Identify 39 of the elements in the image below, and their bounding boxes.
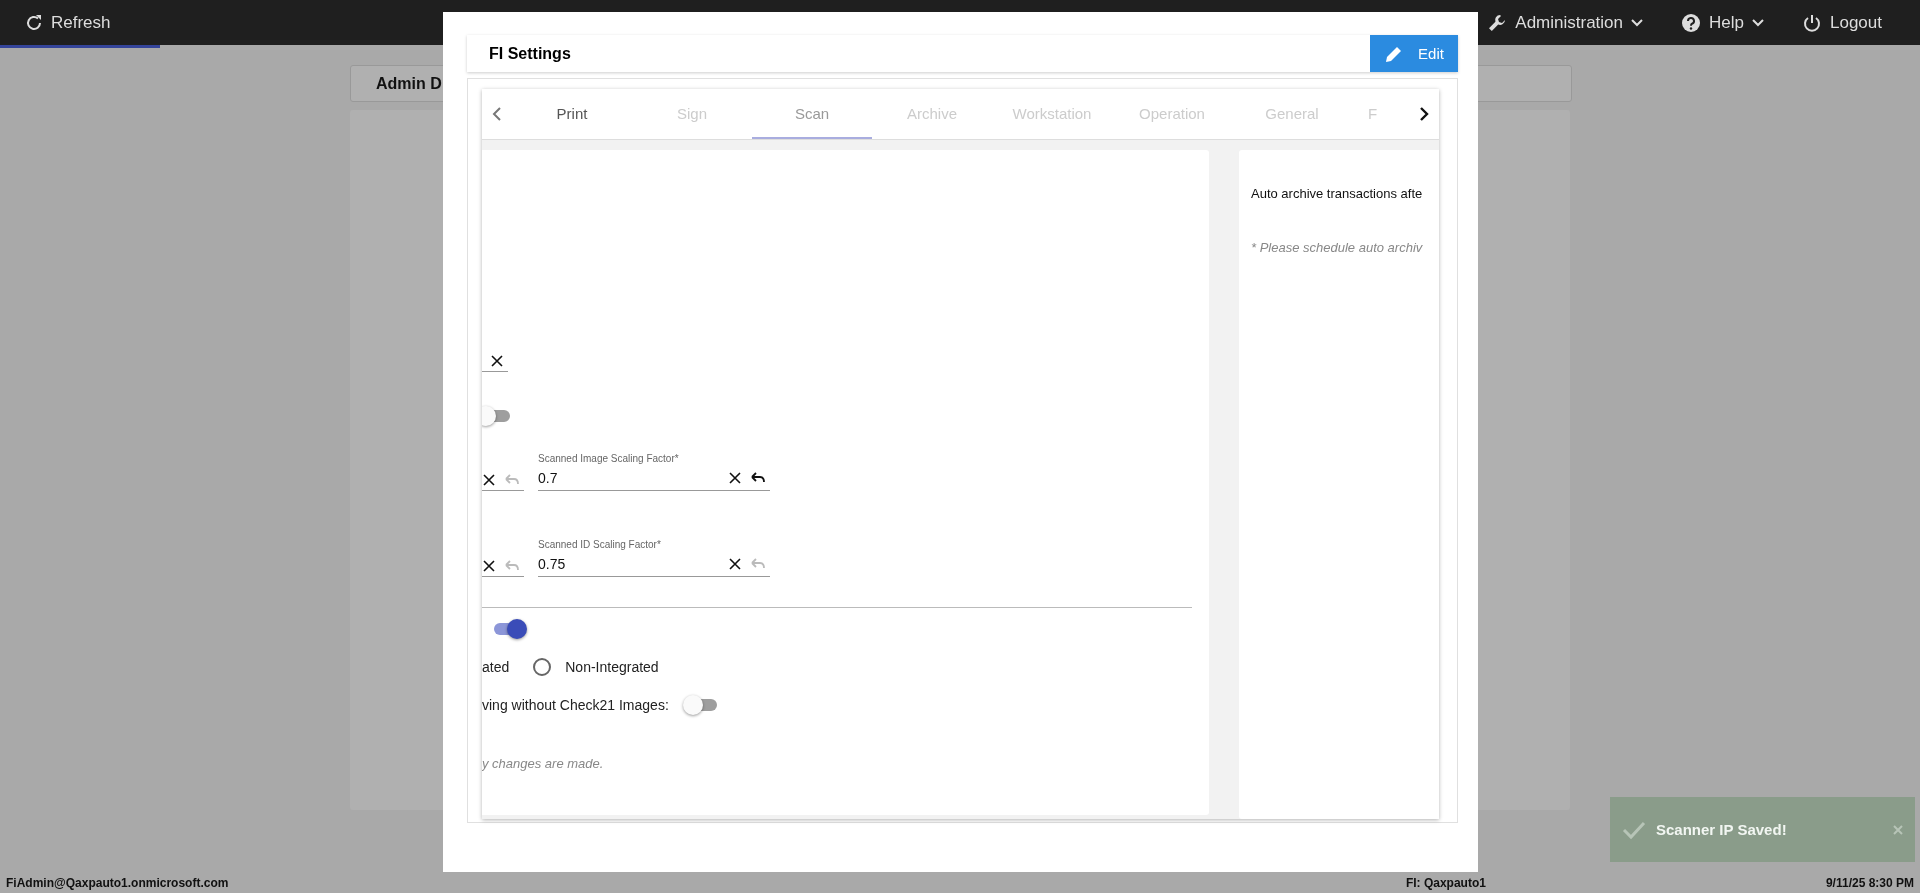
refresh-icon [25,13,43,32]
edit-button[interactable]: Edit [1370,35,1458,72]
radio-label: ated [482,659,510,675]
input-field[interactable]: 0.75 [538,552,770,577]
field-label: Scanned Image Scaling Factor* [538,453,680,464]
help-icon [1681,12,1702,33]
caret-icon [1752,18,1764,27]
setting-label: Auto archive transactions afte [1251,186,1423,201]
clear-icon[interactable] [490,353,504,368]
info-note: * Please schedule auto archiv [1251,240,1423,255]
chevron-left-icon[interactable] [492,107,502,121]
radio-label: Non-Integrated [565,659,659,675]
refresh-button[interactable]: Refresh [25,12,111,33]
clear-icon[interactable] [482,558,496,573]
toast-message: Scanner IP Saved! [1656,821,1788,838]
clear-icon[interactable] [482,472,496,487]
field-label: Scanned ID Scaling Factor* [538,539,662,550]
input-field[interactable]: 0.7 [538,466,770,491]
user-email: FiAdmin@Qaxpauto1.onmicrosoft.com [6,875,229,890]
radio-button[interactable] [533,658,552,676]
card-title: Admin D [376,74,442,93]
clear-icon[interactable] [728,471,742,485]
nav-menu[interactable]: Administration [1487,12,1644,33]
dialog-title: FI Settings [489,44,571,63]
tab[interactable]: Print [512,89,632,139]
undo-icon[interactable] [750,471,766,485]
wrench-icon [1487,12,1508,33]
power-icon [1802,12,1822,33]
check-icon [1622,819,1646,840]
caret-icon [1631,18,1644,27]
logout-button[interactable]: Logout [1802,12,1882,33]
info-note: y changes are made. [482,756,604,771]
clear-icon[interactable] [728,557,742,571]
toggle-label: ving without Check21 Images: [482,697,669,713]
date-time: 9/11/25 8:30 PM [1825,875,1914,890]
chevron-right-icon[interactable] [1419,107,1429,121]
fi-name: FI: Qaxpauto1 [1405,875,1486,890]
tab[interactable]: Scan [752,89,872,139]
nav-menu[interactable]: Help [1681,12,1764,33]
